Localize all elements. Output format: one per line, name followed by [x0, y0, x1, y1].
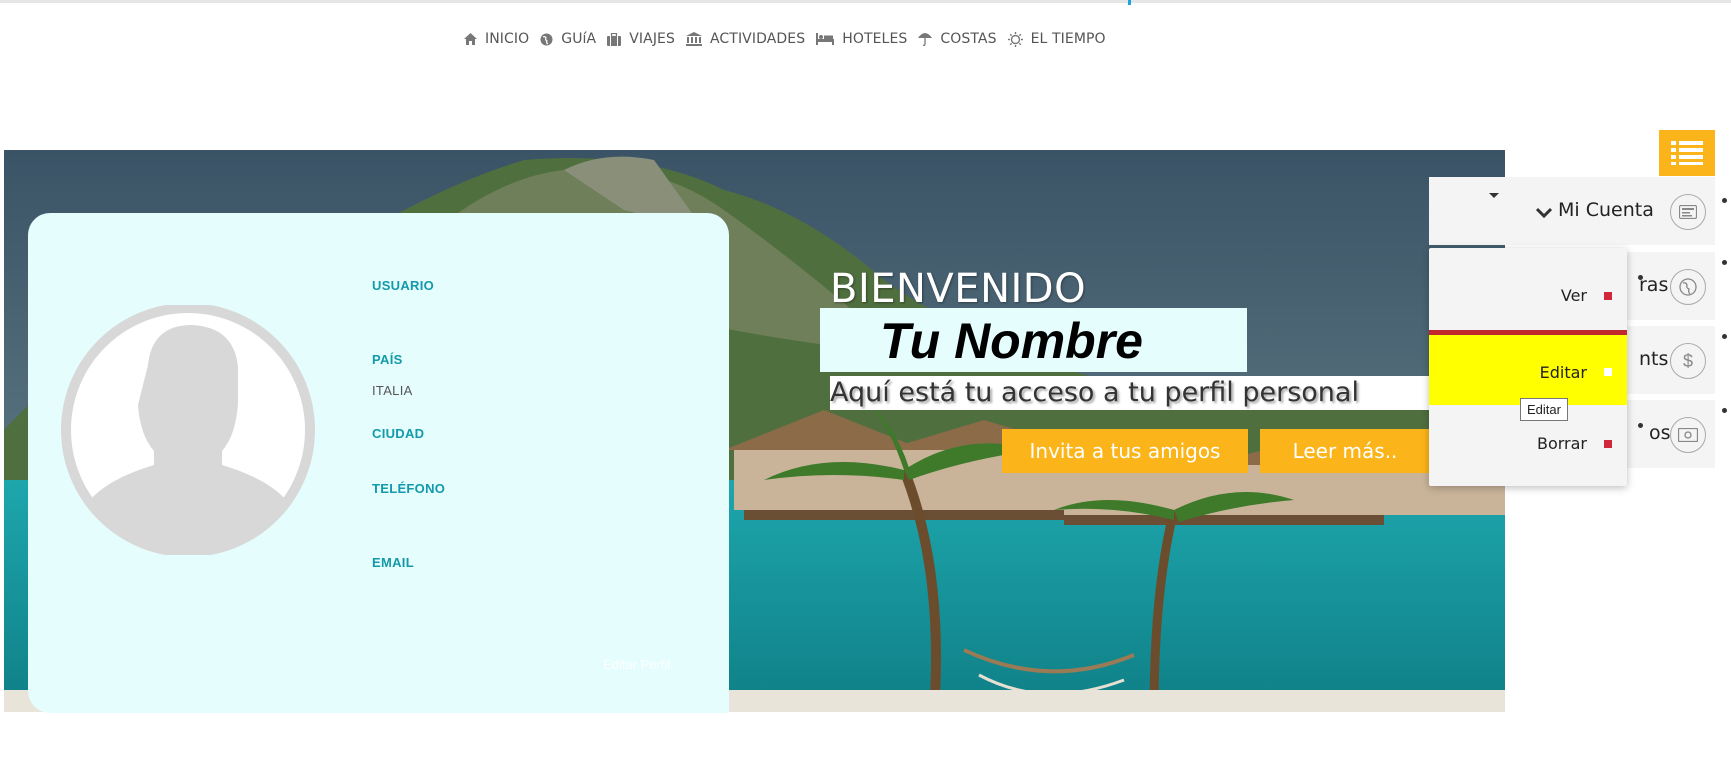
subtitle-box: Aquí está tu acceso a tu perfil personal: [830, 376, 1430, 410]
nav-label: ACTIVIDADES: [709, 31, 806, 47]
globe-icon: [540, 33, 553, 46]
list-icon: [1671, 141, 1703, 165]
chevron-down-icon: [1536, 207, 1552, 219]
nav-item-actividades[interactable]: ACTIVIDADES: [685, 31, 806, 47]
menu-toggle-button[interactable]: [1659, 130, 1715, 176]
list-bullet: [1638, 275, 1643, 280]
user-silhouette-icon: [61, 303, 315, 557]
status-dot: [1604, 440, 1612, 448]
sidebar-item-label: os: [1649, 422, 1671, 444]
nav-item-el-tiempo[interactable]: EL TIEMPO: [1007, 31, 1106, 47]
home-icon: [464, 33, 477, 45]
tooltip: Editar: [1520, 398, 1568, 421]
dollar-icon: $: [1670, 343, 1706, 379]
list-bullet: [1722, 334, 1727, 339]
name-box: Tu Nombre: [820, 308, 1247, 372]
page: INICIO GUíA VIAJES ACTIVIDADES HOTELES C…: [0, 0, 1731, 760]
sidebar-item-label: Mi Cuenta: [1558, 199, 1654, 221]
country-value: ITALIA: [372, 383, 413, 398]
nav-label: EL TIEMPO: [1030, 31, 1106, 47]
edit-profile-link[interactable]: Editar Perfil: [603, 657, 670, 672]
sidebar-item-mi-cuenta[interactable]: Mi Cuenta: [1429, 177, 1715, 245]
sidebar-item-label: ras: [1639, 274, 1669, 296]
welcome-heading: BIENVENIDO: [830, 266, 1087, 312]
sun-icon: [1007, 31, 1023, 47]
menu-item-label: Ver: [1560, 286, 1587, 305]
nav-label: HOTELES: [842, 31, 908, 47]
user-name: Tu Nombre: [880, 313, 1143, 369]
top-indicator: [1128, 0, 1131, 5]
email-label: EMAIL: [372, 555, 414, 570]
nav-label: INICIO: [485, 31, 530, 47]
nav-label: GUíA: [561, 31, 597, 47]
bank-icon: [685, 32, 702, 46]
profile-card: USUARIO PAÍS ITALIA CIUDAD TELÉFONO EMAI…: [28, 213, 729, 713]
nav-item-viajes[interactable]: VIAJES: [607, 31, 675, 47]
status-dot: [1604, 368, 1612, 376]
country-label: PAÍS: [372, 352, 403, 367]
bed-icon: [816, 33, 835, 45]
list-bullet: [1722, 408, 1727, 413]
read-more-button[interactable]: Leer más..: [1260, 429, 1430, 473]
sidebar-item-label: nts: [1639, 348, 1669, 370]
top-navigation: INICIO GUíA VIAJES ACTIVIDADES HOTELES C…: [464, 28, 1117, 50]
city-label: CIUDAD: [372, 426, 425, 441]
list-bullet: [1722, 198, 1727, 203]
nav-item-hoteles[interactable]: HOTELES: [816, 31, 907, 47]
nav-label: VIAJES: [629, 31, 675, 47]
nav-item-costas[interactable]: COSTAS: [918, 31, 997, 47]
list-bullet: [1638, 423, 1643, 428]
account-dropdown-menu: Ver Editar Borrar: [1429, 248, 1627, 486]
suitcase-icon: [607, 32, 622, 46]
nav-item-guia[interactable]: GUíA: [540, 31, 596, 47]
globe-icon: [1670, 269, 1706, 305]
top-divider: [0, 0, 1731, 5]
menu-item-label: Borrar: [1536, 434, 1587, 453]
nav-label: COSTAS: [940, 31, 997, 47]
menu-item-label: Editar: [1539, 363, 1587, 382]
subtitle: Aquí está tu acceso a tu perfil personal: [830, 377, 1359, 408]
avatar[interactable]: [52, 303, 324, 557]
money-bill-icon: [1670, 417, 1706, 453]
nav-item-inicio[interactable]: INICIO: [464, 31, 529, 47]
invite-friends-button[interactable]: Invita a tus amigos: [1002, 429, 1248, 473]
menu-item-editar[interactable]: Editar: [1429, 330, 1627, 405]
list-bullet: [1722, 260, 1727, 265]
umbrella-icon: [918, 32, 933, 46]
caret-down-icon: [1489, 193, 1499, 198]
phone-label: TELÉFONO: [372, 481, 446, 496]
id-card-icon: [1670, 194, 1706, 230]
menu-item-ver[interactable]: Ver: [1429, 258, 1627, 328]
user-label: USUARIO: [372, 278, 435, 293]
status-dot: [1604, 292, 1612, 300]
